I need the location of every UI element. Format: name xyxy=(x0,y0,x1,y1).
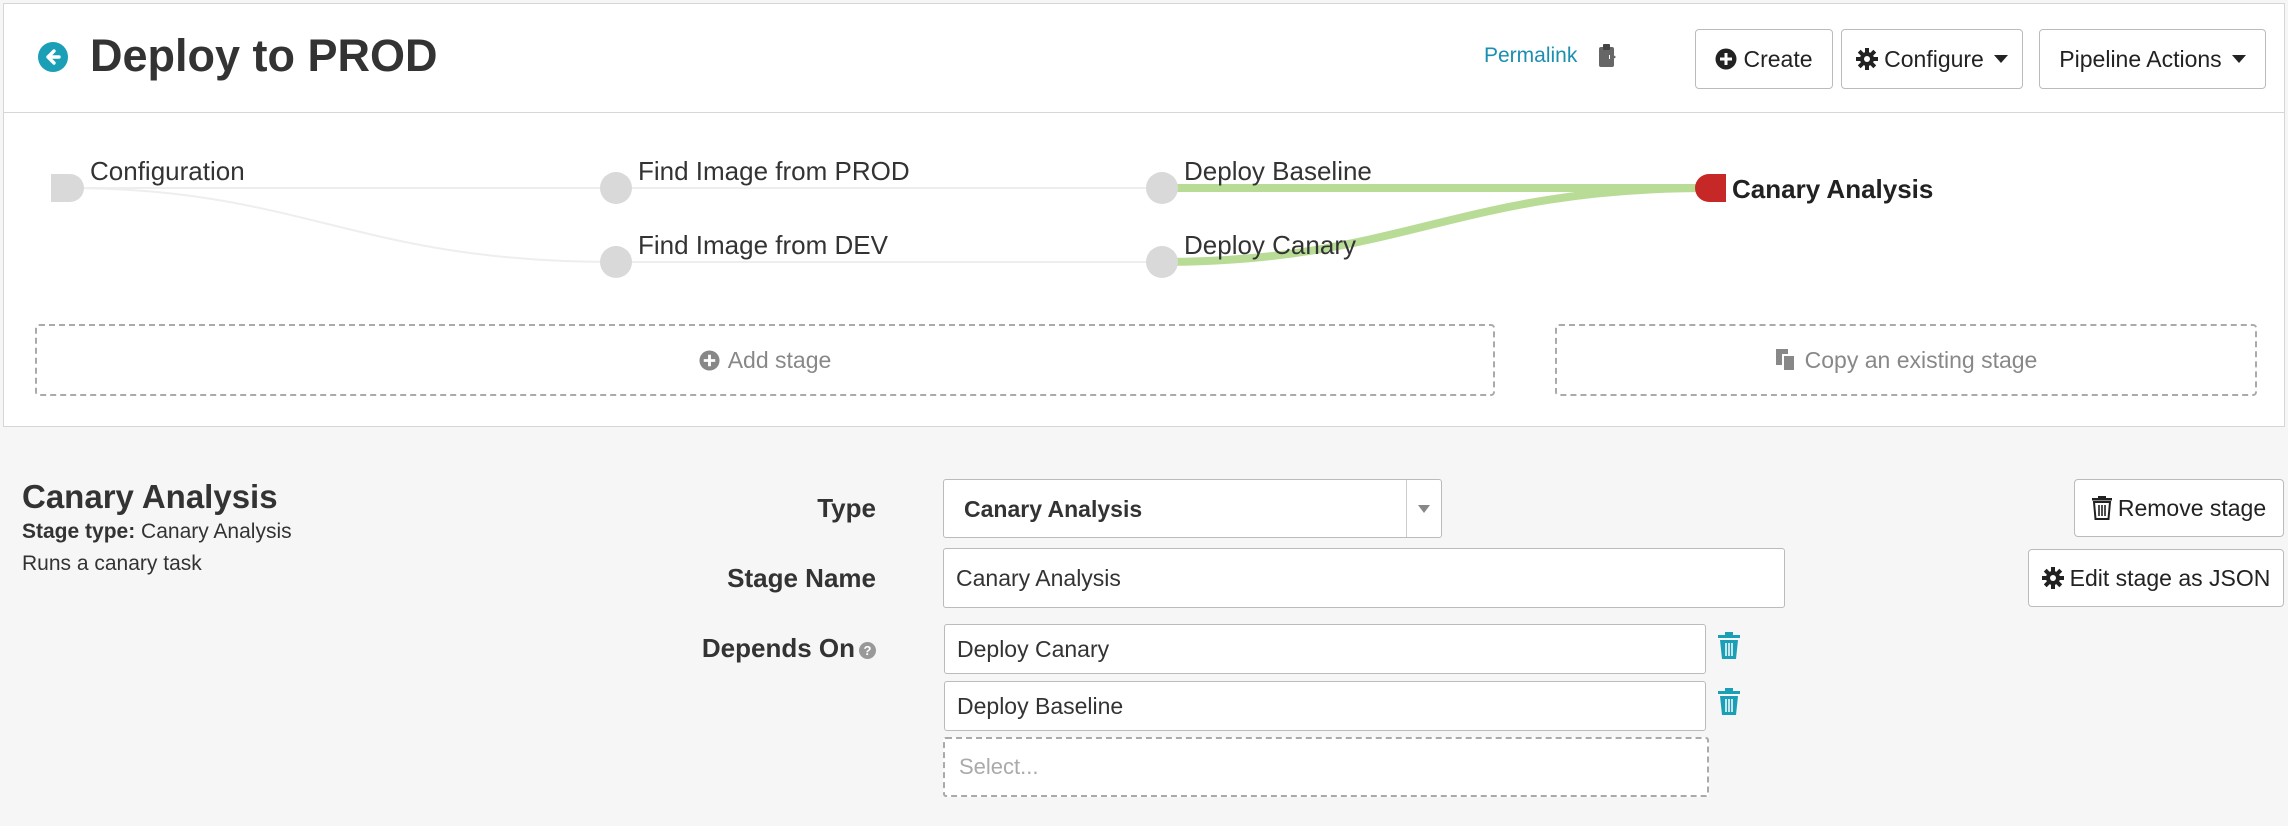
depends-on-select[interactable]: Select... xyxy=(943,737,1709,797)
node-deploy-baseline[interactable]: Deploy Baseline xyxy=(1184,156,1372,187)
chevron-down-icon xyxy=(2231,55,2246,63)
pipeline-graph: Configuration Find Image from PROD Find … xyxy=(4,114,2284,314)
node-canary-analysis[interactable]: Canary Analysis xyxy=(1732,174,1933,205)
depends-on-field-2[interactable]: Deploy Baseline xyxy=(944,681,1706,731)
stage-description: Runs a canary task xyxy=(22,552,202,575)
stage-type: Stage type: Canary Analysis xyxy=(22,520,292,544)
create-label: Create xyxy=(1743,45,1813,72)
permalink-link[interactable]: Permalink xyxy=(1484,44,1577,68)
plus-circle-icon xyxy=(1715,48,1737,70)
edit-json-label: Edit stage as JSON xyxy=(2069,564,2271,591)
node-deploy-canary[interactable]: Deploy Canary xyxy=(1184,230,1356,261)
stage-title: Canary Analysis xyxy=(22,478,278,515)
node-configuration-marker xyxy=(51,174,84,202)
dropdown-arrow-icon[interactable] xyxy=(1418,505,1430,513)
copy-stage-label: Copy an existing stage xyxy=(1804,346,2038,373)
pipeline-actions-label: Pipeline Actions xyxy=(2059,45,2222,72)
remove-stage-label: Remove stage xyxy=(2117,494,2267,521)
pipeline-card: Deploy to PROD Permalink Create Configur… xyxy=(3,3,2285,427)
node-baseline-marker xyxy=(1146,172,1178,204)
trash-icon xyxy=(2091,496,2112,520)
trash-icon[interactable] xyxy=(1717,688,1741,716)
plus-circle-icon xyxy=(699,349,720,371)
copy-icon xyxy=(1775,349,1796,372)
trash-icon[interactable] xyxy=(1717,632,1741,660)
help-icon[interactable]: ? xyxy=(859,641,876,659)
gear-icon xyxy=(1856,48,1879,70)
back-arrow-icon[interactable] xyxy=(38,42,68,72)
node-find-image-dev[interactable]: Find Image from DEV xyxy=(638,230,888,261)
node-canary-analysis-marker xyxy=(1695,174,1726,202)
edit-json-button[interactable]: Edit stage as JSON xyxy=(2028,549,2284,607)
stage-type-label: Stage type: xyxy=(22,520,136,543)
depends-on-field-1[interactable]: Deploy Canary xyxy=(944,624,1706,674)
remove-stage-button[interactable]: Remove stage xyxy=(2074,479,2284,537)
type-label: Type xyxy=(817,493,876,523)
add-stage-label: Add stage xyxy=(727,346,832,373)
node-find-image-prod[interactable]: Find Image from PROD xyxy=(638,156,910,187)
pipeline-edges xyxy=(51,172,1726,278)
stage-name-input[interactable]: Canary Analysis xyxy=(943,548,1785,608)
clipboard-icon[interactable] xyxy=(1596,42,1620,70)
depends-on-text: Depends On xyxy=(701,633,855,663)
stage-name-label: Stage Name xyxy=(727,563,876,593)
pipeline-header: Deploy to PROD Permalink Create Configur… xyxy=(4,4,2284,113)
gear-icon xyxy=(2041,567,2064,589)
page-title: Deploy to PROD xyxy=(90,30,438,81)
type-select[interactable]: Canary Analysis xyxy=(943,479,1442,538)
add-stage-button[interactable]: Add stage xyxy=(35,324,1495,396)
configure-button[interactable]: Configure xyxy=(1841,29,2023,89)
node-canary-marker xyxy=(1146,246,1178,278)
node-find-dev-marker xyxy=(600,246,632,278)
node-configuration[interactable]: Configuration xyxy=(90,156,245,187)
configure-label: Configure xyxy=(1884,45,1984,72)
copy-stage-button[interactable]: Copy an existing stage xyxy=(1555,324,2257,396)
chevron-down-icon xyxy=(1993,55,2008,63)
select-divider xyxy=(1406,480,1407,537)
edge-config-dev xyxy=(65,187,615,263)
create-button[interactable]: Create xyxy=(1695,29,1833,89)
pipeline-actions-button[interactable]: Pipeline Actions xyxy=(2039,29,2266,89)
depends-on-label: Depends On? xyxy=(640,633,876,664)
type-select-value: Canary Analysis xyxy=(964,496,1143,522)
node-find-prod-marker xyxy=(600,172,632,204)
stage-type-value: Canary Analysis xyxy=(141,520,292,543)
